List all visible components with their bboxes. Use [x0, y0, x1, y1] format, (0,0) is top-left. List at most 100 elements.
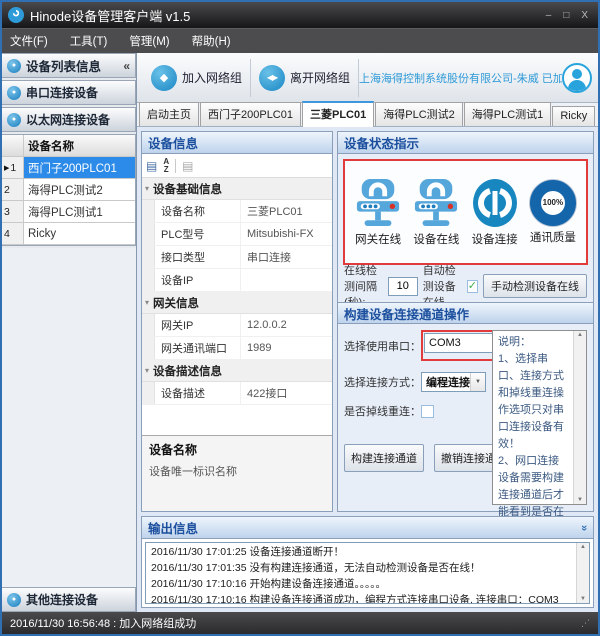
menu-file[interactable]: 文件(F) [10, 33, 48, 49]
device-connect-icon [471, 178, 519, 228]
menu-manage[interactable]: 管理(M) [129, 33, 169, 49]
sidebar-header[interactable]: ● 设备列表信息 « [2, 53, 136, 78]
connect-mode-label: 选择连接方式： [344, 374, 421, 390]
device-tabstrip: 启动主页 西门子200PLC01 三菱PLC01 海得PLC测试2 海得PLC测… [137, 103, 598, 127]
minimize-button[interactable]: – [546, 10, 552, 21]
note-line-1: 1、选择串口、连接方式和掉线重连操作选项只对串口连接设备有效！ [498, 351, 568, 453]
category-gateway-info[interactable]: ▾ 网关信息 [142, 292, 332, 314]
sidebar-filler [2, 248, 136, 587]
network-status-text: 上海海得控制系统股份有限公司-朱威 已加入网络组 [359, 70, 562, 86]
join-network-icon: ◆ [151, 65, 177, 91]
category-description-info[interactable]: ▾ 设备描述信息 [142, 360, 332, 382]
interval-input[interactable] [388, 277, 418, 296]
category-collapse-icon: ▾ [145, 298, 149, 307]
status-indicator-box: 网关在线 [343, 159, 588, 265]
device-info-panel: 设备信息 ▤ AZ ▤ ▾ 设备基础信息 设备名称三菱PLC01 PLC型号Mi [141, 131, 333, 512]
prop-interface-type[interactable]: 接口类型串口连接 [142, 246, 332, 269]
scroll-up-icon[interactable]: ▲ [580, 544, 586, 550]
other-group-icon: ● [7, 593, 21, 607]
leave-network-group-button[interactable]: ◀▶ 离开网络组 [251, 59, 359, 97]
serial-port-label: 选择使用串口： [344, 338, 421, 354]
device-row-1[interactable]: ▶1 西门子200PLC01 [2, 157, 135, 179]
property-pages-icon: ▤ [182, 159, 193, 173]
scroll-down-icon[interactable]: ▼ [577, 497, 583, 503]
maximize-button[interactable]: □ [563, 10, 569, 21]
device-grid-header: 设备名称 [2, 135, 135, 157]
tab-hite-test1[interactable]: 海得PLC测试1 [464, 102, 552, 126]
menu-bar: 文件(F) 工具(T) 管理(M) 帮助(H) [2, 28, 598, 53]
category-collapse-icon: ▾ [145, 184, 149, 193]
tab-ricky[interactable]: Ricky [552, 106, 595, 126]
propertygrid-toolbar: ▤ AZ ▤ [142, 154, 332, 178]
log-line: 2016/11/30 17:01:35 没有构建连接通道，无法自动检测设备是否在… [151, 560, 571, 576]
tab-hite-test2[interactable]: 海得PLC测试2 [375, 102, 463, 126]
quality-percentage: 100% [543, 198, 563, 207]
device-status-header: 设备状态指示 [338, 132, 593, 154]
device-row-3[interactable]: 3 海得PLC测试1 [2, 201, 135, 223]
close-button[interactable]: X [581, 10, 588, 21]
status-bar: 2016/11/30 16:56:48 : 加入网络组成功 ⋰ [2, 612, 598, 634]
connect-mode-select[interactable]: 编程连接 ▼ [421, 372, 486, 392]
chevron-down-icon[interactable]: ▼ [470, 373, 485, 391]
output-panel: 输出信息 » 2016/11/30 17:01:25 设备连接通道断开！ 201… [141, 516, 594, 608]
menu-tools[interactable]: 工具(T) [70, 33, 108, 49]
status-message: 2016/11/30 16:56:48 : 加入网络组成功 [10, 615, 581, 631]
comm-quality-donut-icon: 100% [530, 180, 576, 226]
device-row-2[interactable]: 2 海得PLC测试2 [2, 179, 135, 201]
log-line: 2016/11/30 17:10:16 构建设备连接通道成功，编程方式连接串口设… [151, 592, 571, 603]
log-line: 2016/11/30 17:10:16 开始构建设备连接通道。。。。。 [151, 576, 571, 592]
reconnect-label: 是否掉线重连： [344, 403, 421, 419]
sidebar-item-other-devices[interactable]: ● 其他连接设备 [2, 587, 136, 612]
device-list-sidebar: ● 设备列表信息 « ● 串口连接设备 ● 以太网连接设备 设备名称 ▶1 西门… [2, 53, 137, 612]
category-basic-info[interactable]: ▾ 设备基础信息 [142, 178, 332, 200]
scroll-down-icon[interactable]: ▼ [580, 596, 586, 602]
serial-port-row: 选择使用串口： COM3 ▼ [344, 330, 486, 361]
device-online-indicator: 设备在线 [407, 178, 465, 247]
prop-gateway-ip[interactable]: 网关IP12.0.0.2 [142, 314, 332, 337]
device-row-4[interactable]: 4 Ricky [2, 223, 135, 245]
manual-detect-button[interactable]: 手动检测设备在线 [483, 274, 587, 298]
log-scrollbar[interactable]: ▲ ▼ [576, 543, 589, 603]
menu-help[interactable]: 帮助(H) [192, 33, 231, 49]
tab-home[interactable]: 启动主页 [139, 102, 199, 126]
build-channel-button[interactable]: 构建连接通道 [344, 444, 424, 472]
tab-mitsubishi-plc[interactable]: 三菱PLC01 [302, 101, 374, 127]
comm-quality-indicator: 100% 通讯质量 [524, 180, 582, 245]
sidebar-item-ethernet-devices[interactable]: ● 以太网连接设备 [2, 107, 136, 132]
log-line: 2016/11/30 17:01:25 设备连接通道断开！ [151, 544, 571, 560]
property-grid: ▾ 设备基础信息 设备名称三菱PLC01 PLC型号Mitsubishi-FX … [142, 178, 332, 435]
title-bar: Hinode设备管理客户端 v1.5 – □ X [2, 2, 598, 28]
reconnect-row: 是否掉线重连： [344, 403, 486, 419]
prop-device-ip[interactable]: 设备IP [142, 269, 332, 292]
current-row-marker: ▶ [4, 164, 9, 172]
property-description-box: 设备名称 设备唯一标识名称 [142, 435, 332, 511]
instruction-note-box: 说明： 1、选择串口、连接方式和掉线重连操作选项只对串口连接设备有效！ 2、网口… [492, 330, 587, 505]
prop-device-name[interactable]: 设备名称三菱PLC01 [142, 200, 332, 223]
sidebar-item-serial-devices[interactable]: ● 串口连接设备 [2, 80, 136, 105]
toolbar-separator [175, 159, 176, 173]
prop-device-description[interactable]: 设备描述422接口 [142, 382, 332, 405]
prop-gateway-port[interactable]: 网关通讯端口1989 [142, 337, 332, 360]
device-list-icon: ● [7, 59, 21, 73]
main-toolbar: ◆ 加入网络组 ◀▶ 离开网络组 上海海得控制系统股份有限公司-朱威 已加入网络… [137, 53, 598, 103]
device-connect-indicator: 设备连接 [466, 178, 524, 247]
window-title: Hinode设备管理客户端 v1.5 [30, 6, 546, 25]
leave-network-icon: ◀▶ [259, 65, 285, 91]
device-info-header: 设备信息 [142, 132, 332, 154]
join-network-group-button[interactable]: ◆ 加入网络组 [143, 59, 251, 97]
scroll-up-icon[interactable]: ▲ [577, 332, 583, 338]
reconnect-checkbox[interactable] [421, 405, 434, 418]
resize-grip[interactable]: ⋰ [581, 618, 590, 629]
output-collapse-icon[interactable]: » [578, 524, 590, 530]
category-collapse-icon: ▾ [145, 366, 149, 375]
auto-detect-checkbox[interactable]: ✓ [467, 280, 478, 293]
prop-plc-model[interactable]: PLC型号Mitsubishi-FX [142, 223, 332, 246]
note-scrollbar[interactable]: ▲ ▼ [573, 331, 586, 504]
categorized-view-icon[interactable]: ▤ [146, 159, 157, 173]
serial-group-icon: ● [7, 86, 21, 100]
connect-mode-row: 选择连接方式： 编程连接 ▼ [344, 372, 486, 392]
sidebar-collapse-icon[interactable]: « [123, 59, 130, 73]
tab-siemens-plc[interactable]: 西门子200PLC01 [200, 102, 301, 126]
alphabetical-sort-icon[interactable]: AZ [163, 158, 169, 174]
device-grid: 设备名称 ▶1 西门子200PLC01 2 海得PLC测试2 3 海得PLC测试… [2, 134, 136, 246]
